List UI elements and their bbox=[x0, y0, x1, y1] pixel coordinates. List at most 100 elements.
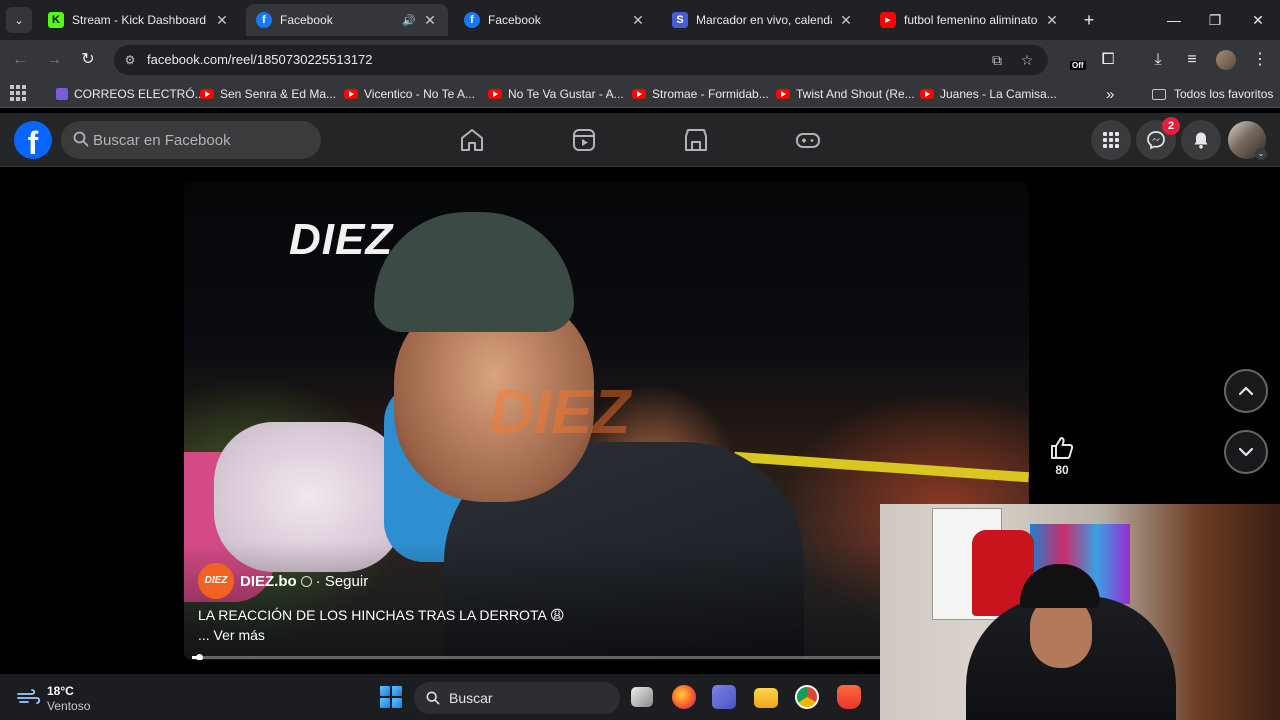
video-brand-logo: DIEZ bbox=[289, 215, 394, 264]
tab-search-button[interactable]: ⌄ bbox=[6, 7, 32, 33]
apps-grid-icon[interactable] bbox=[10, 85, 26, 101]
forward-button[interactable]: → bbox=[42, 48, 66, 72]
task-view-icon[interactable] bbox=[631, 687, 653, 707]
gaming-icon[interactable] bbox=[793, 125, 823, 155]
wind-icon[interactable] bbox=[16, 688, 42, 706]
close-tab-icon[interactable]: ✕ bbox=[214, 12, 230, 29]
reel-author: DIEZ DIEZ.bo · Seguir bbox=[198, 563, 368, 599]
bookmark-no-te-va-gustar[interactable]: No Te Va Gustar - A... bbox=[488, 85, 624, 103]
chevron-up-icon bbox=[1238, 386, 1254, 396]
bookmarks-overflow-button[interactable]: » bbox=[1106, 85, 1114, 103]
minimize-button[interactable]: — bbox=[1162, 8, 1186, 32]
close-tab-icon[interactable]: ✕ bbox=[630, 12, 646, 29]
youtube-icon: ▶ bbox=[880, 12, 896, 28]
back-button[interactable]: ← bbox=[8, 48, 32, 72]
tab-title: Marcador en vivo, calendario bbox=[696, 13, 832, 27]
previous-reel-button[interactable] bbox=[1224, 369, 1268, 413]
bookmark-stromae[interactable]: Stromae - Formidab... bbox=[632, 85, 769, 103]
youtube-icon bbox=[920, 89, 934, 99]
extensions-puzzle-icon[interactable]: ⧠ bbox=[1096, 48, 1120, 72]
youtube-icon bbox=[632, 89, 646, 99]
maximize-button[interactable]: ❐ bbox=[1203, 8, 1227, 32]
close-tab-icon[interactable]: ✕ bbox=[1044, 12, 1060, 29]
home-icon[interactable] bbox=[457, 125, 487, 155]
reload-button[interactable]: ↻ bbox=[76, 48, 100, 72]
notifications-bell-icon[interactable] bbox=[1181, 120, 1221, 160]
tab-facebook-active[interactable]: f Facebook 🔊 ✕ bbox=[246, 4, 448, 36]
video-scene bbox=[374, 212, 574, 332]
weather-temperature[interactable]: 18°C bbox=[47, 684, 74, 698]
youtube-icon bbox=[344, 89, 358, 99]
media-control-icon[interactable]: ≡ bbox=[1180, 48, 1204, 72]
search-placeholder: Buscar en Facebook bbox=[93, 132, 231, 149]
browser-toolbar: ← → ↻ ⚙ facebook.com/reel/18507302255131… bbox=[0, 40, 1280, 80]
bookmark-label: Stromae - Formidab... bbox=[652, 87, 769, 101]
tab-marcador[interactable]: S Marcador en vivo, calendario ✕ bbox=[662, 4, 864, 36]
profile-avatar[interactable] bbox=[1216, 50, 1236, 70]
extension-off-badge: Off bbox=[1070, 61, 1086, 70]
tab-futbol-femenino[interactable]: ▶ futbol femenino aliminatorias ✕ bbox=[870, 4, 1070, 36]
bookmark-label: No Te Va Gustar - A... bbox=[508, 87, 624, 101]
firefox-icon[interactable] bbox=[672, 685, 696, 709]
close-tab-icon[interactable]: ✕ bbox=[838, 12, 854, 29]
weather-description[interactable]: Ventoso bbox=[47, 699, 90, 713]
youtube-icon bbox=[776, 89, 790, 99]
video-icon[interactable] bbox=[569, 125, 599, 155]
extension-off-button[interactable]: Off bbox=[1068, 48, 1088, 72]
bookmark-label: Vicentico - No Te A... bbox=[364, 87, 475, 101]
account-chevron-icon[interactable]: ⌄ bbox=[1255, 148, 1267, 160]
teams-icon[interactable] bbox=[712, 685, 736, 709]
facebook-logo[interactable]: f bbox=[14, 121, 52, 159]
like-icon[interactable] bbox=[1048, 434, 1076, 462]
marketplace-icon[interactable] bbox=[681, 125, 711, 155]
menu-grid-icon[interactable] bbox=[1091, 120, 1131, 160]
author-avatar[interactable]: DIEZ bbox=[198, 563, 234, 599]
bookmark-vicentico[interactable]: Vicentico - No Te A... bbox=[344, 85, 475, 103]
kick-icon: K bbox=[48, 12, 64, 28]
bookmark-twist-and-shout[interactable]: Twist And Shout (Re... bbox=[776, 85, 915, 103]
install-app-icon[interactable]: ⧉ bbox=[988, 51, 1006, 69]
address-bar[interactable]: ⚙ facebook.com/reel/1850730225513172 ⧉ ☆ bbox=[114, 45, 1048, 75]
downloads-icon[interactable]: ⤓ bbox=[1146, 48, 1170, 72]
windows-start-button[interactable] bbox=[380, 686, 402, 708]
facebook-search[interactable]: Buscar en Facebook bbox=[61, 121, 321, 159]
taskbar-search[interactable]: Buscar bbox=[414, 682, 620, 714]
tab-kick-dashboard[interactable]: K Stream - Kick Dashboard ✕ bbox=[38, 4, 240, 36]
chrome-menu-icon[interactable]: ⋮ bbox=[1248, 48, 1272, 72]
bookmark-sen-senra[interactable]: Sen Senra & Ed Ma... bbox=[200, 85, 336, 103]
url-text[interactable]: facebook.com/reel/1850730225513172 bbox=[147, 52, 373, 67]
facebook-icon: f bbox=[464, 12, 480, 28]
tab-title: Stream - Kick Dashboard bbox=[72, 13, 207, 27]
like-count: 80 bbox=[1055, 463, 1069, 477]
chevron-down-icon bbox=[1238, 447, 1254, 457]
scoreboard-icon: S bbox=[672, 12, 688, 28]
video-progress-bar[interactable] bbox=[192, 654, 882, 660]
site-info-icon[interactable]: ⚙ bbox=[122, 52, 138, 68]
facebook-icon: f bbox=[256, 12, 272, 28]
bookmarks-bar: CORREOS ELECTRÓ... Sen Senra & Ed Ma... … bbox=[0, 80, 1280, 108]
file-explorer-icon[interactable] bbox=[754, 688, 778, 708]
next-reel-button[interactable] bbox=[1224, 430, 1268, 474]
follow-button[interactable]: · Seguir bbox=[316, 573, 369, 590]
bookmark-label: Twist And Shout (Re... bbox=[796, 87, 915, 101]
close-window-button[interactable]: ✕ bbox=[1246, 8, 1270, 32]
all-bookmarks-button[interactable]: Todos los favoritos bbox=[1152, 85, 1273, 103]
bookmark-correos[interactable]: CORREOS ELECTRÓ... bbox=[56, 85, 205, 103]
new-tab-button[interactable]: + bbox=[1078, 9, 1100, 31]
video-scene bbox=[734, 451, 1029, 483]
chrome-icon[interactable] bbox=[795, 685, 819, 709]
globe-icon bbox=[300, 575, 312, 587]
bookmark-star-icon[interactable]: ☆ bbox=[1018, 51, 1036, 69]
close-tab-icon[interactable]: ✕ bbox=[422, 12, 438, 29]
tab-facebook[interactable]: f Facebook ✕ bbox=[454, 4, 656, 36]
webcam-overlay bbox=[880, 504, 1280, 720]
taskbar-search-placeholder: Buscar bbox=[449, 690, 493, 706]
all-bookmarks-label: Todos los favoritos bbox=[1174, 87, 1274, 101]
author-name[interactable]: DIEZ.bo bbox=[240, 573, 297, 590]
speaker-icon[interactable]: 🔊 bbox=[402, 14, 416, 27]
see-more-link[interactable]: ... Ver más bbox=[198, 627, 265, 643]
bookmark-juanes[interactable]: Juanes - La Camisa... bbox=[920, 85, 1057, 103]
brave-icon[interactable] bbox=[837, 685, 861, 709]
mail-icon bbox=[56, 88, 68, 100]
video-scrub-handle[interactable] bbox=[195, 654, 203, 660]
